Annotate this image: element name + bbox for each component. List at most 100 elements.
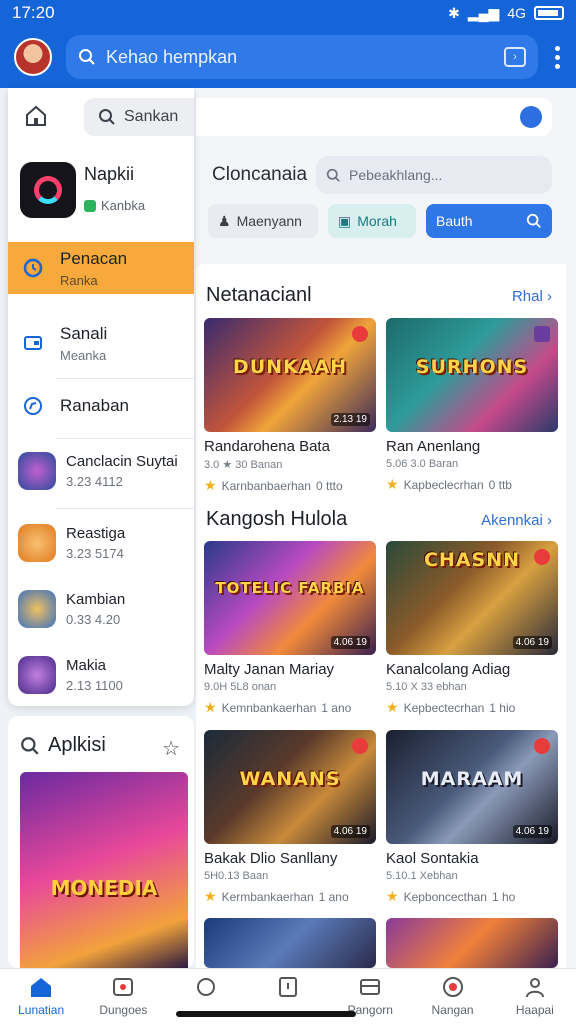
game-thumbnail[interactable]: WANANS 4.06 19: [204, 730, 376, 844]
game-thumbnail[interactable]: SURHONS: [386, 318, 558, 432]
chip-maenyann[interactable]: ♟ Maenyann: [208, 204, 318, 238]
favorite-icon[interactable]: ☆: [162, 736, 180, 761]
star-icon: ★: [204, 888, 217, 904]
drawer-item-ranaban[interactable]: Ranaban: [8, 386, 194, 426]
star-icon: ★: [386, 888, 399, 904]
featured-poster[interactable]: MONEDIA: [20, 772, 188, 968]
game-card[interactable]: DUNKAAH 2.13 19 Randarohena Bata 3.0 ★ 3…: [204, 318, 376, 494]
game-developer: ★ Kepbectecrhan 1 hio: [386, 699, 516, 715]
thumbnail-title: WANANS: [239, 768, 341, 790]
game-thumbnail[interactable]: CHASNN 4.06 19: [386, 541, 558, 655]
sync-icon: [193, 975, 219, 999]
main-content: Cloncanaia Pebeakhlang... ♟ Maenyann ▣ Mor…: [196, 88, 576, 968]
top-search-bar[interactable]: Kehao hempkan ›: [66, 35, 538, 79]
nav-label: Haapai: [515, 1003, 554, 1017]
drawer-item-sub: Meanka: [60, 347, 107, 363]
chip-morah[interactable]: ▣ Morah: [328, 204, 416, 238]
drawer-item-label: Penacan: [60, 248, 128, 268]
drawer-game-item[interactable]: Canclacin Suytai 3.23 4112: [8, 446, 194, 496]
search-icon: [99, 109, 115, 125]
search-icon: [526, 213, 541, 228]
drawer-game-item[interactable]: Kambian 0.33 4.20: [8, 584, 194, 634]
find-placeholder: Pebeakhlang...: [349, 167, 443, 183]
nav-item-nangan[interactable]: Nangan: [411, 969, 493, 1024]
see-more-link[interactable]: Rhal ›: [512, 288, 552, 305]
home-indicator[interactable]: [176, 1011, 356, 1017]
game-card[interactable]: WANANS 4.06 19 Bakak Dlio Sanllany 5H0.1…: [204, 730, 376, 905]
chip-label: Bauth: [436, 213, 473, 229]
search-icon: [326, 168, 340, 182]
nav-item-lunatian[interactable]: Lunatian: [0, 969, 82, 1024]
drawer-item-sub: 2.13 1100: [66, 678, 123, 693]
app-name: Napkii: [84, 164, 135, 184]
hot-badge: [534, 738, 550, 754]
nav-item-haapai[interactable]: Haapai: [494, 969, 576, 1024]
drawer-game-item[interactable]: Makia 2.13 1100: [8, 650, 194, 700]
bluetooth-icon: ✱: [448, 4, 460, 21]
drawer-search[interactable]: Sankan: [84, 98, 194, 136]
see-more-link[interactable]: Akennkai ›: [481, 512, 552, 529]
more-menu-icon[interactable]: [552, 45, 562, 69]
divider: [56, 438, 194, 439]
find-input[interactable]: Pebeakhlang...: [316, 156, 552, 194]
poster-title: MONEDIA: [50, 876, 158, 900]
chip-bauth[interactable]: Bauth: [426, 204, 552, 238]
aplikasi-title: Aplkisi: [48, 734, 106, 756]
square-icon: ▣: [338, 212, 352, 229]
size-badge: 4.06 19: [330, 636, 370, 649]
avatar[interactable]: [14, 38, 52, 76]
chip-label: Maenyann: [236, 213, 302, 229]
divider: [56, 378, 194, 379]
content-search-strip[interactable]: [196, 98, 552, 136]
game-name: Bakak Dlio Sanllany: [204, 850, 338, 867]
game-thumbnail[interactable]: DUNKAAH 2.13 19: [204, 318, 376, 432]
drawer-game-item[interactable]: Reastiga 3.23 5174: [8, 518, 194, 568]
game-card[interactable]: TOTELIC FARBIA 4.06 19 Malty Janan Maria…: [204, 541, 376, 716]
game-thumbnail[interactable]: MARAAM 4.06 19: [386, 730, 558, 844]
search-icon: [21, 736, 39, 755]
drawer-item-label: Makia: [66, 657, 107, 674]
game-meta: 3.0 ★ 30 Banan: [204, 459, 283, 471]
game-card[interactable]: MARAAM 4.06 19 Kaol Sontakia 5.10.1 Xebh…: [386, 730, 558, 905]
person-icon: ♟: [218, 212, 231, 229]
nav-item-dungoes[interactable]: Dungoes: [82, 969, 164, 1024]
nav-label: Dungoes: [99, 1003, 148, 1017]
star-icon: ★: [204, 477, 217, 493]
drawer-item-penacan[interactable]: Penacan Ranka: [8, 242, 194, 294]
game-meta: 9.0H 5L8 onan: [204, 681, 277, 693]
size-badge: 4.06 19: [330, 825, 370, 838]
thumbnail-title: DUNKAAH: [232, 356, 348, 378]
gamepad-icon: [110, 975, 136, 999]
hot-badge: [352, 738, 368, 754]
signal-icon: ▂▄▆: [467, 4, 500, 21]
game-thumbnail[interactable]: TOTELIC FARBIA 4.06 19: [204, 541, 376, 655]
game-name: Kanalcolang Adiag: [386, 661, 511, 678]
compass-icon: [22, 395, 44, 417]
record-icon: [440, 975, 466, 999]
aplikasi-card[interactable]: Aplkisi ☆ MONEDIA: [8, 716, 194, 968]
search-icon: [79, 49, 95, 65]
star-icon: ★: [386, 699, 399, 715]
thumbnail-title: TOTELIC FARBIA: [215, 579, 365, 597]
navigation-drawer: Sankan Napkii Kanbka Penacan Ranka Sanali…: [8, 88, 194, 706]
game-card[interactable]: SURHONS Ran Anenlang 5.06 3.0 Baran ★ Kap…: [386, 318, 558, 493]
chat-bubble-icon[interactable]: [520, 106, 542, 128]
game-name: Randarohena Bata: [204, 438, 330, 455]
section-header: Netanacianl Rhal ›: [206, 284, 552, 307]
drawer-item-label: Reastiga: [66, 525, 126, 542]
scan-icon[interactable]: ›: [504, 47, 526, 67]
game-icon: [18, 590, 56, 628]
drawer-item-sub: 0.33 4.20: [66, 612, 121, 627]
drawer-item-sanali[interactable]: Sanali Meanka: [8, 318, 194, 368]
game-card[interactable]: CHASNN 4.06 19 Kanalcolang Adiag 5.10 X …: [386, 541, 558, 716]
game-developer: ★ Kapbeclecrhan 0 ttb: [386, 476, 512, 492]
game-thumbnail-partial[interactable]: [204, 918, 376, 968]
game-name: Malty Janan Mariay: [204, 661, 335, 678]
top-app-bar: Kehao hempkan ›: [0, 26, 576, 88]
aplikasi-heading: Aplkisi: [20, 734, 106, 757]
profile-icon: [522, 975, 548, 999]
section-title: Netanacianl: [206, 284, 312, 306]
game-thumbnail-partial[interactable]: [386, 918, 558, 968]
battery-icon: [534, 6, 564, 20]
home-icon[interactable]: [24, 104, 48, 128]
